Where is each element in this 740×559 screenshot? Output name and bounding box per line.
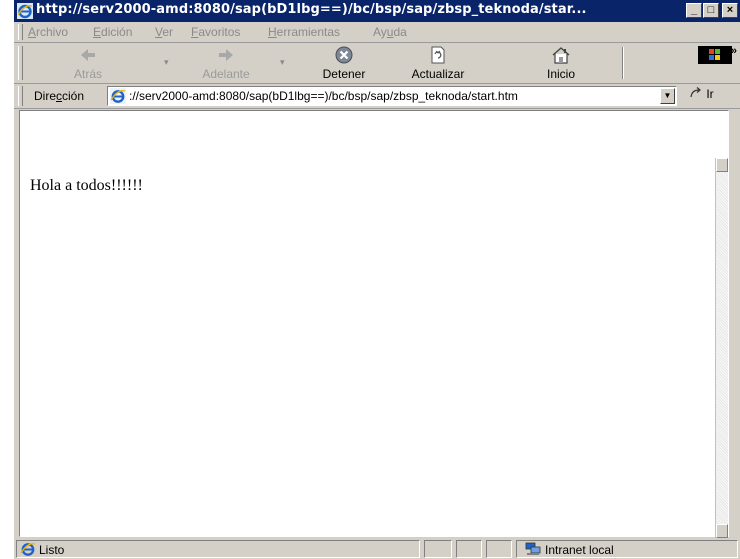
stop-label: Detener (322, 67, 366, 81)
scroll-up-button[interactable] (716, 158, 728, 172)
refresh-label: Actualizar (411, 67, 465, 81)
home-icon (552, 47, 570, 64)
status-text: Listo (39, 543, 65, 557)
standard-toolbar: Atrás ▾ Adelante ▾ Detener Actualizar In… (14, 43, 740, 84)
refresh-icon (431, 46, 445, 64)
page-text: Hola a todos!!!!!! (30, 177, 143, 194)
forward-dropdown-icon[interactable]: ▾ (280, 57, 285, 68)
address-label: Dirección (34, 89, 85, 103)
home-label: Inicio (546, 67, 575, 81)
status-main-panel: Listo (16, 540, 420, 558)
menu-item-herramientas[interactable]: Herramientas (268, 25, 340, 39)
address-dropdown-button[interactable]: ▼ (660, 88, 675, 104)
close-icon: × (726, 4, 734, 16)
status-bar: Listo Intranet local (14, 539, 740, 559)
address-grip[interactable] (18, 86, 23, 106)
menu-grip[interactable] (18, 24, 23, 40)
address-input[interactable]: ://serv2000-amd:8080/sap(bD1lbg==)/bc/bs… (107, 86, 677, 106)
intranet-zone-icon (525, 542, 541, 555)
status-zone-panel: Intranet local (516, 540, 738, 558)
address-bar: Dirección ://serv2000-amd:8080/sap(bD1lb… (14, 84, 740, 109)
back-label: Atrás (73, 67, 102, 81)
go-button[interactable]: Ir (689, 87, 714, 101)
toolbar-separator (622, 47, 624, 79)
stop-icon (335, 46, 353, 64)
minimize-icon: _ (690, 4, 698, 16)
status-ie-icon (20, 543, 36, 556)
menu-item-ver[interactable]: Ver (155, 25, 173, 39)
minimize-button[interactable]: _ (686, 3, 702, 18)
browser-window: http://serv2000-amd:8080/sap(bD1lbg==)/b… (14, 0, 740, 559)
toolbar-grip[interactable] (18, 46, 23, 80)
dropdown-arrow-icon: ▼ (663, 91, 672, 100)
refresh-button[interactable]: Actualizar (399, 43, 477, 83)
zone-text: Intranet local (545, 543, 614, 557)
page-ie-icon (110, 88, 126, 104)
status-panel-3 (486, 540, 512, 558)
vertical-scrollbar[interactable] (715, 158, 728, 538)
maximize-button[interactable]: □ (703, 3, 719, 18)
go-label: Ir (706, 87, 714, 101)
desktop-edge (0, 0, 15, 559)
forward-arrow-icon (219, 49, 233, 61)
status-panel-1 (424, 540, 452, 558)
forward-label: Adelante (202, 67, 250, 81)
menu-bar: Archivo Edición Ver Favoritos Herramient… (14, 22, 740, 64)
home-button[interactable]: Inicio (537, 43, 585, 83)
go-arrow-icon (690, 87, 701, 98)
address-url: ://serv2000-amd:8080/sap(bD1lbg==)/bc/bs… (129, 89, 518, 103)
menu-item-edicion[interactable]: Edición (93, 25, 132, 39)
page-content: Hola a todos!!!!!! (19, 110, 729, 538)
title-bar[interactable]: http://serv2000-amd:8080/sap(bD1lbg==)/b… (14, 0, 740, 22)
menu-item-favoritos[interactable]: Favoritos (191, 25, 240, 39)
status-panel-2 (456, 540, 482, 558)
toolbar-overflow-chevron[interactable]: » (731, 45, 737, 57)
ie-logo-icon (17, 3, 33, 19)
stop-button[interactable]: Detener (313, 43, 375, 83)
menu-item-archivo[interactable]: Archivo (28, 25, 68, 39)
back-dropdown-icon[interactable]: ▾ (164, 57, 169, 68)
back-button[interactable]: Atrás (58, 43, 118, 83)
maximize-icon: □ (707, 4, 715, 16)
forward-button[interactable]: Adelante (186, 43, 266, 83)
back-arrow-icon (81, 49, 95, 61)
close-button[interactable]: × (722, 3, 738, 18)
scroll-down-button[interactable] (716, 524, 728, 538)
menu-item-ayuda[interactable]: Ayuda (373, 25, 407, 39)
window-title: http://serv2000-amd:8080/sap(bD1lbg==)/b… (36, 2, 587, 17)
